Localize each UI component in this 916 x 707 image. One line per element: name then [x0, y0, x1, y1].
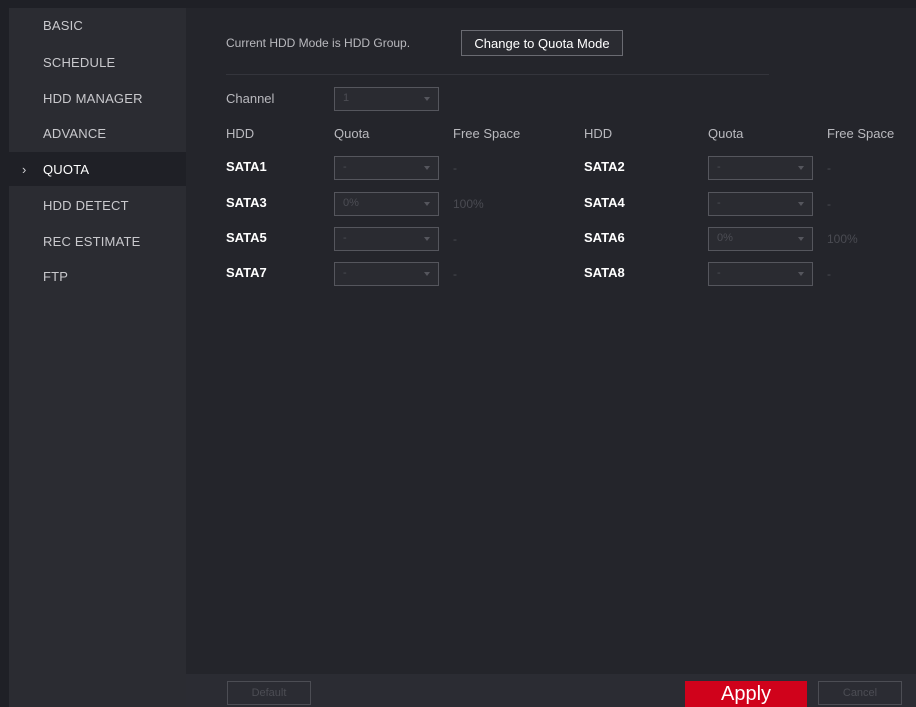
- free-space-value: 100%: [827, 232, 858, 246]
- free-space-value: -: [827, 161, 831, 175]
- sidebar-item-hdd-detect[interactable]: HDD DETECT: [9, 188, 186, 222]
- quota-select[interactable]: 0%: [708, 227, 813, 251]
- main-panel: Current HDD Mode is HDD Group. Change to…: [186, 8, 916, 707]
- hdd-name: SATA5: [226, 230, 267, 245]
- change-to-quota-mode-button[interactable]: Change to Quota Mode: [461, 30, 623, 56]
- sidebar-item-label: HDD MANAGER: [43, 90, 143, 106]
- chevron-down-icon: [798, 272, 804, 276]
- chevron-down-icon: [798, 237, 804, 241]
- chevron-down-icon: [424, 202, 430, 206]
- chevron-down-icon: [424, 166, 430, 170]
- sidebar-item-label: QUOTA: [43, 161, 90, 177]
- col-free-left: Free Space: [453, 126, 521, 141]
- quota-value: -: [717, 197, 721, 209]
- quota-value: -: [343, 232, 347, 244]
- sidebar-item-quota[interactable]: › QUOTA: [9, 152, 186, 186]
- hdd-name: SATA6: [584, 230, 625, 245]
- channel-select[interactable]: 1: [334, 87, 439, 111]
- channel-value: 1: [343, 92, 350, 104]
- col-quota-right: Quota: [708, 126, 744, 141]
- channel-label: Channel: [226, 91, 275, 106]
- sidebar: BASIC SCHEDULE HDD MANAGER ADVANCE › QUO…: [9, 8, 186, 707]
- quota-value: 0%: [717, 232, 733, 244]
- col-hdd-right: HDD: [584, 126, 613, 141]
- sidebar-item-label: REC ESTIMATE: [43, 233, 141, 249]
- hdd-mode-text: Current HDD Mode is HDD Group.: [226, 36, 411, 50]
- sidebar-item-label: SCHEDULE: [43, 54, 116, 70]
- quota-select[interactable]: -: [708, 156, 813, 180]
- hdd-name: SATA7: [226, 265, 267, 280]
- apply-button[interactable]: Apply: [685, 681, 807, 707]
- quota-value: -: [343, 161, 347, 173]
- sidebar-item-label: BASIC: [43, 17, 84, 33]
- quota-value: 0%: [343, 197, 359, 209]
- hdd-name: SATA1: [226, 159, 267, 174]
- cancel-button[interactable]: Cancel: [818, 681, 902, 705]
- sidebar-item-rec-estimate[interactable]: REC ESTIMATE: [9, 224, 186, 258]
- free-space-value: 100%: [453, 197, 484, 211]
- quota-value: -: [717, 267, 721, 279]
- col-hdd-left: HDD: [226, 126, 255, 141]
- chevron-down-icon: [424, 237, 430, 241]
- free-space-value: -: [453, 232, 457, 246]
- hdd-name: SATA4: [584, 195, 625, 210]
- col-free-right: Free Space: [827, 126, 895, 141]
- free-space-value: -: [453, 161, 457, 175]
- quota-select[interactable]: -: [708, 262, 813, 286]
- quota-select[interactable]: -: [334, 227, 439, 251]
- quota-select[interactable]: -: [334, 156, 439, 180]
- hdd-name: SATA8: [584, 265, 625, 280]
- sidebar-item-ftp[interactable]: FTP: [9, 259, 186, 293]
- chevron-down-icon: [424, 272, 430, 276]
- sidebar-item-advance[interactable]: ADVANCE: [9, 116, 186, 150]
- quota-select[interactable]: 0%: [334, 192, 439, 216]
- quota-value: -: [343, 267, 347, 279]
- sidebar-item-label: FTP: [43, 268, 69, 284]
- sidebar-item-basic[interactable]: BASIC: [9, 8, 186, 42]
- quota-value: -: [717, 161, 721, 173]
- chevron-right-icon: ›: [22, 161, 27, 177]
- col-quota-left: Quota: [334, 126, 370, 141]
- quota-select[interactable]: -: [708, 192, 813, 216]
- free-space-value: -: [827, 197, 831, 211]
- divider: [226, 74, 769, 75]
- hdd-name: SATA2: [584, 159, 625, 174]
- free-space-value: -: [453, 267, 457, 281]
- chevron-down-icon: [798, 166, 804, 170]
- quota-select[interactable]: -: [334, 262, 439, 286]
- sidebar-item-hdd-manager[interactable]: HDD MANAGER: [9, 81, 186, 115]
- sidebar-item-label: HDD DETECT: [43, 197, 129, 213]
- chevron-down-icon: [424, 97, 430, 101]
- default-button[interactable]: Default: [227, 681, 311, 705]
- sidebar-item-schedule[interactable]: SCHEDULE: [9, 45, 186, 79]
- hdd-name: SATA3: [226, 195, 267, 210]
- chevron-down-icon: [798, 202, 804, 206]
- free-space-value: -: [827, 267, 831, 281]
- sidebar-item-label: ADVANCE: [43, 125, 107, 141]
